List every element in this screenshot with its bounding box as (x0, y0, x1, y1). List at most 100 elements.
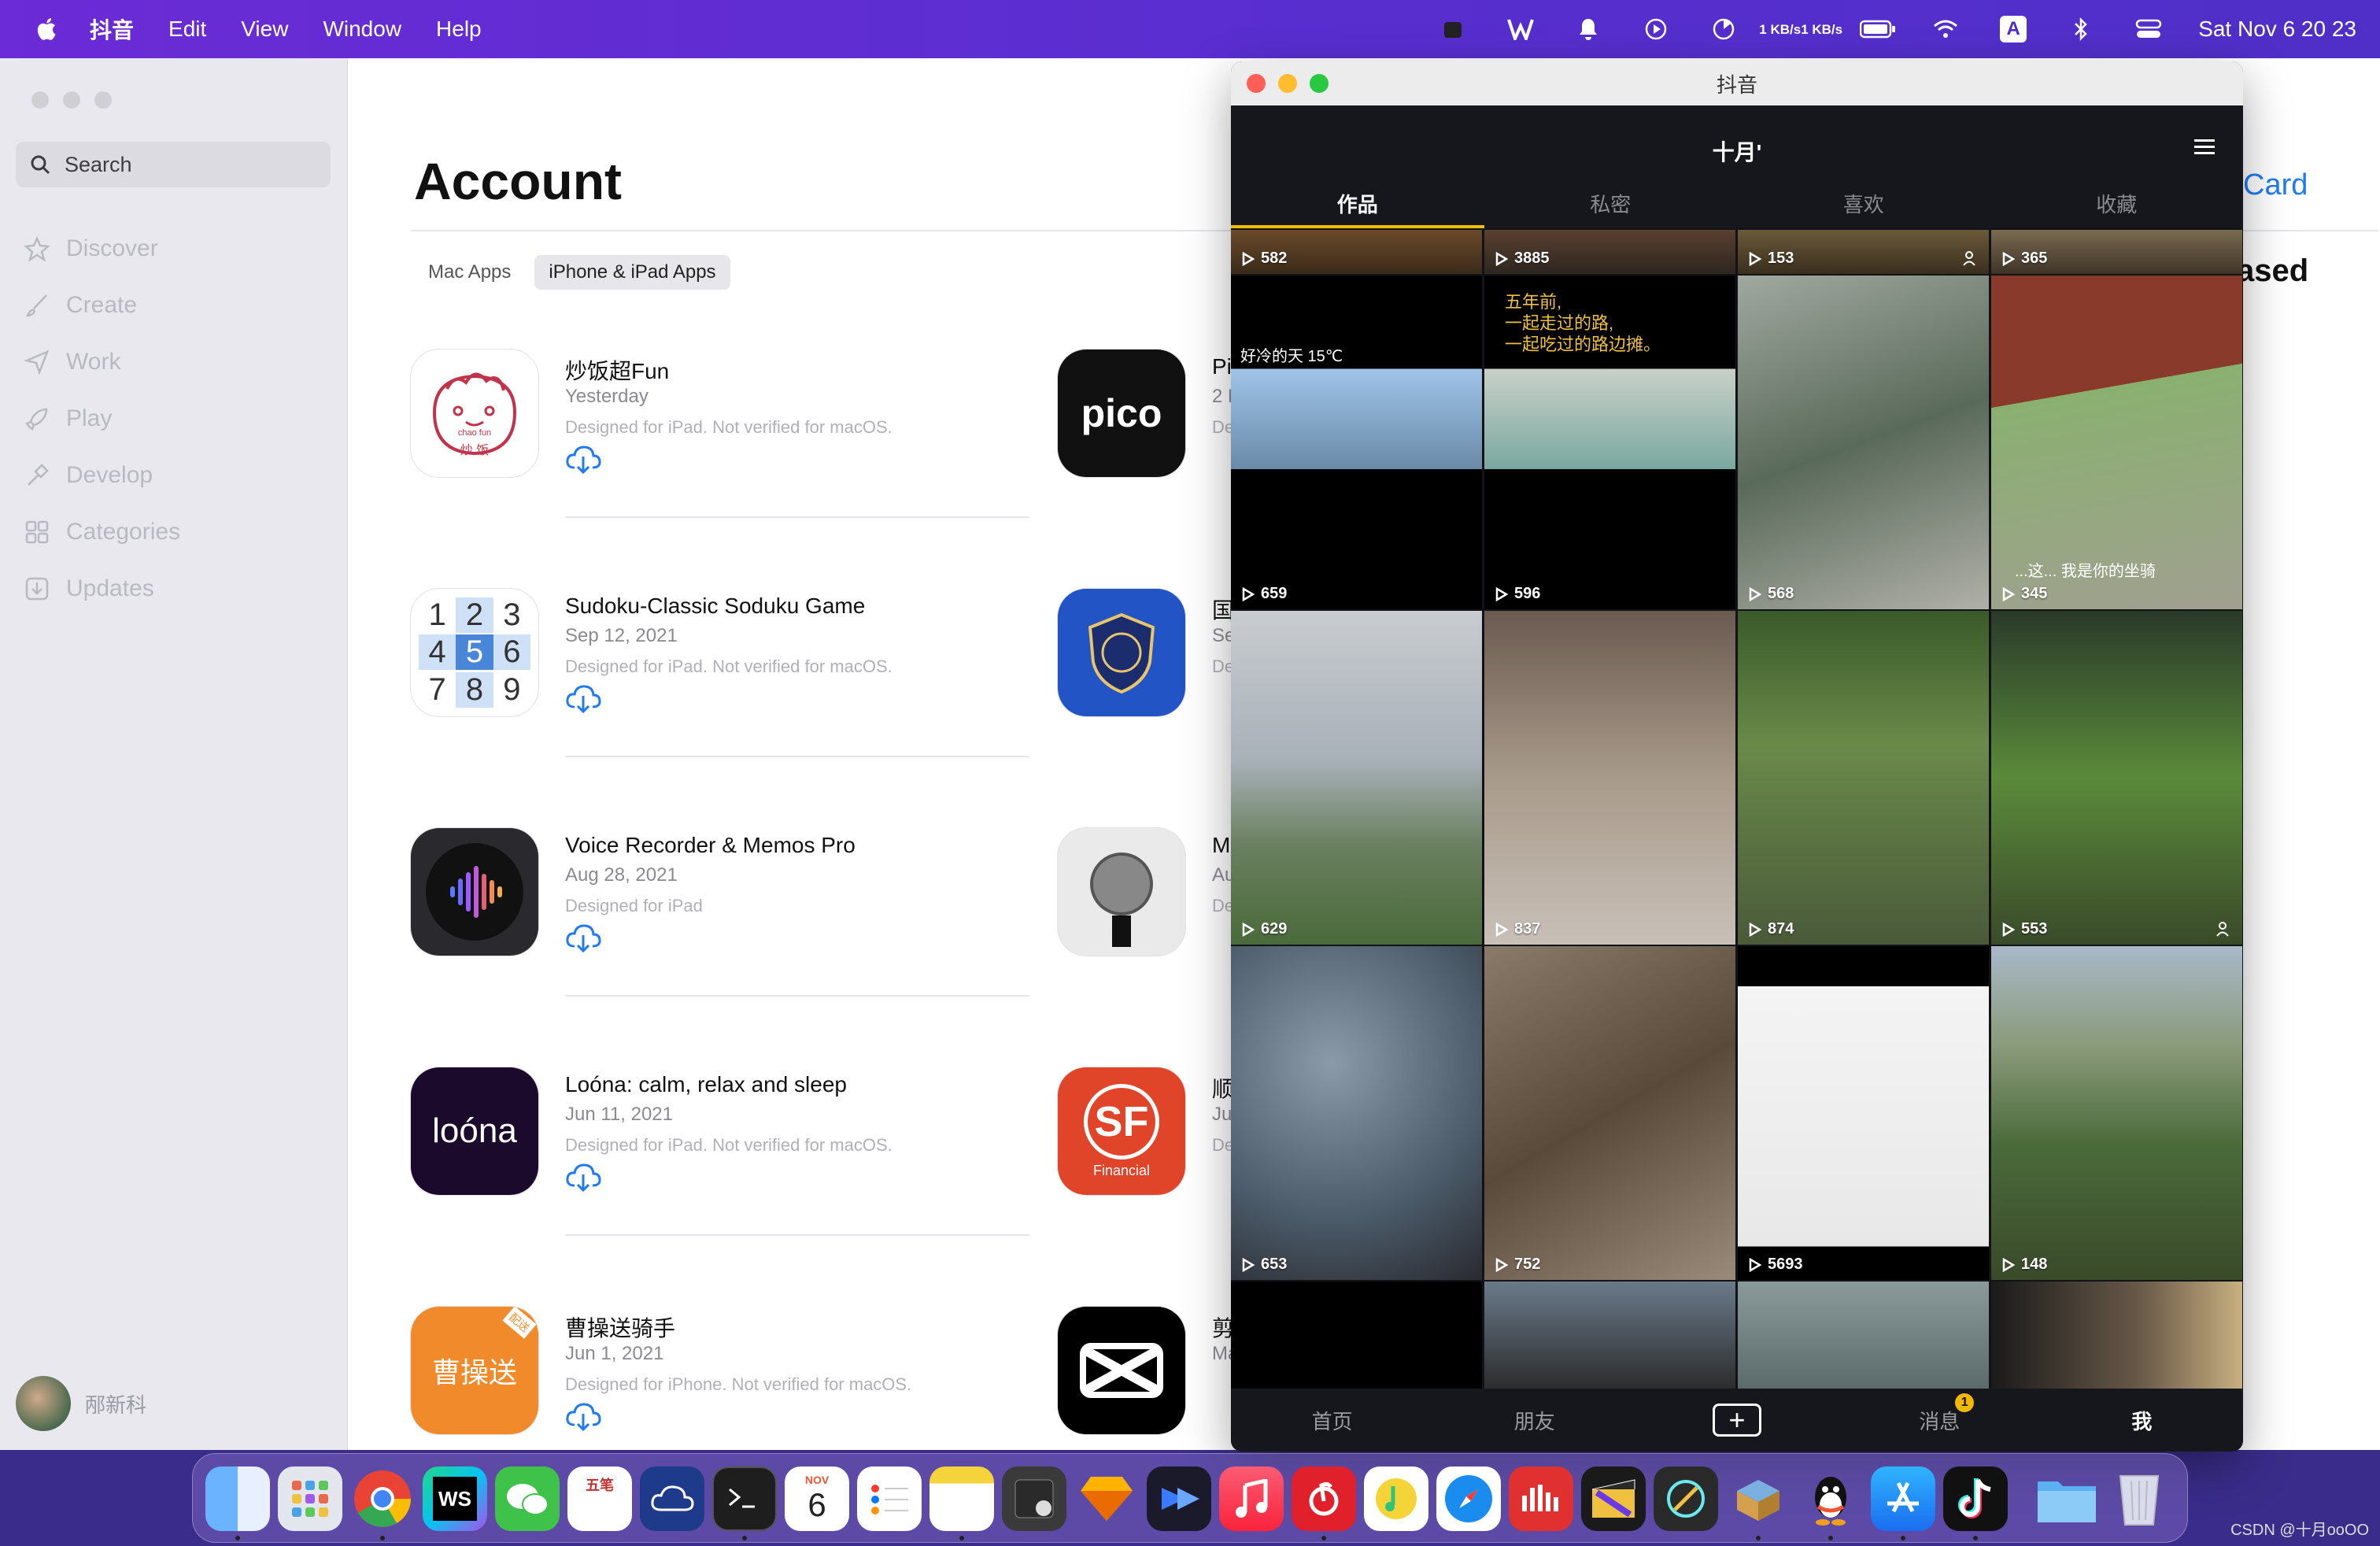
video-thumbnail[interactable]: 874 (1738, 611, 1989, 945)
hamburger-menu-icon[interactable] (2194, 139, 2215, 156)
sidebar-item-categories[interactable]: Categories (24, 504, 180, 560)
sidebar-item-create[interactable]: Create (24, 277, 180, 334)
vpn-icon[interactable] (1487, 0, 1554, 58)
list-item[interactable]: Voice Recorder & Memos Pro Aug 28, 2021 … (411, 828, 1029, 1017)
cloud-download-icon[interactable] (565, 923, 601, 954)
menu-clock[interactable]: Sat Nov 6 20 23 (2198, 17, 2356, 42)
video-thumbnail[interactable]: 653 (1231, 946, 1482, 1280)
battery-icon[interactable] (1844, 0, 1912, 58)
safari-icon[interactable] (1436, 1466, 1501, 1531)
cloud-icon[interactable] (640, 1466, 704, 1531)
list-item[interactable]: 国 Se De (1058, 589, 1247, 778)
video-thumbnail[interactable]: 153 (1738, 230, 1989, 274)
battery-app-icon[interactable] (1419, 0, 1487, 58)
video-thumbnail[interactable] (1484, 1282, 1735, 1389)
reminders-icon[interactable] (857, 1466, 922, 1531)
launchpad-icon[interactable] (278, 1466, 342, 1531)
bottom-tab-messages[interactable]: 消息 1 (1839, 1393, 2041, 1435)
zoom-button[interactable] (94, 91, 112, 109)
archive-icon[interactable] (1726, 1466, 1791, 1531)
tab-iphone-ipad-apps[interactable]: iPhone & iPad Apps (534, 255, 730, 290)
minimize-button[interactable] (63, 91, 80, 109)
qq-music-icon[interactable] (1364, 1466, 1428, 1531)
sidebar-item-updates[interactable]: Updates (24, 560, 180, 617)
bottom-tab-home[interactable]: 首页 (1231, 1406, 1433, 1435)
video-thumbnail[interactable]: 365 (1991, 230, 2242, 274)
tab-private[interactable]: 私密 (1484, 184, 1738, 228)
sidebar-item-discover[interactable]: Discover (24, 220, 180, 277)
list-item[interactable]: pico Pi 2 D De (1058, 350, 1247, 538)
list-item[interactable]: chao fun 炒 饭 炒饭超Fun Yesterday Designed f… (411, 350, 1029, 538)
timer-icon[interactable] (1690, 0, 1757, 58)
menu-view[interactable]: View (241, 17, 288, 42)
bottom-tab-me[interactable]: 我 (2041, 1406, 2243, 1435)
sketch-icon[interactable] (1074, 1466, 1139, 1531)
finder-icon[interactable] (205, 1466, 270, 1531)
bottom-tab-friends[interactable]: 朋友 (1433, 1406, 1635, 1435)
menu-edit[interactable]: Edit (168, 17, 206, 42)
apple-icon[interactable] (30, 13, 61, 45)
notification-bell-icon[interactable] (1554, 0, 1622, 58)
qq-icon[interactable] (1798, 1466, 1863, 1531)
music-icon[interactable] (1219, 1466, 1284, 1531)
cloud-download-icon[interactable] (565, 444, 601, 475)
video-thumbnail[interactable]: 5693 (1738, 946, 1989, 1280)
minimize-button[interactable] (1278, 74, 1297, 93)
list-item[interactable]: 1 2 3 4 5 6 7 8 9 Sudoku-Classic Soduku … (411, 589, 1029, 778)
card-link[interactable]: Card (2243, 168, 2308, 202)
menu-window[interactable]: Window (323, 17, 401, 42)
wechat-icon[interactable] (495, 1466, 560, 1531)
trash-icon[interactable] (2107, 1466, 2171, 1531)
webstorm-icon[interactable]: WS (423, 1466, 487, 1531)
video-thumbnail[interactable]: 568 (1738, 276, 1989, 609)
video-thumbnail[interactable]: 582 (1231, 230, 1482, 274)
video-thumbnail[interactable]: 好冷的天 15℃ 659 (1231, 276, 1482, 609)
list-item[interactable]: M Au De (1058, 828, 1247, 1017)
video-thumbnail[interactable] (1738, 1282, 1989, 1389)
video-thumbnail[interactable] (1231, 1282, 1482, 1389)
cloud-download-icon[interactable] (565, 683, 601, 715)
wifi-icon[interactable] (1912, 0, 1979, 58)
menu-help[interactable]: Help (436, 17, 482, 42)
input-source-icon[interactable]: A (1979, 0, 2047, 58)
video-thumbnail[interactable]: ...这... 我是你的坐骑 345 (1991, 276, 2242, 609)
tab-favorites[interactable]: 收藏 (1990, 184, 2244, 228)
bluetooth-icon[interactable] (2047, 0, 2115, 58)
tab-works[interactable]: 作品 (1231, 184, 1484, 228)
list-item[interactable]: loóna Loóna: calm, relax and sleep Jun 1… (411, 1067, 1029, 1256)
sidebar-item-develop[interactable]: Develop (24, 447, 180, 504)
video-thumbnail[interactable]: 148 (1991, 946, 2242, 1280)
menu-app-name[interactable]: 抖音 (90, 13, 134, 45)
chrome-icon[interactable] (350, 1466, 415, 1531)
tab-likes[interactable]: 喜欢 (1737, 184, 1990, 228)
video-thumbnail[interactable]: 752 (1484, 946, 1735, 1280)
tiktok-icon[interactable] (1943, 1466, 2008, 1531)
close-button[interactable] (31, 91, 49, 109)
tab-mac-apps[interactable]: Mac Apps (414, 255, 525, 290)
zoom-button[interactable] (1310, 74, 1329, 93)
list-item[interactable]: SF Financial 顺 Ju De (1058, 1067, 1247, 1256)
video-thumbnail[interactable]: 837 (1484, 611, 1735, 945)
calendar-notes-icon[interactable]: 五笔 (567, 1466, 632, 1531)
sidebar-item-work[interactable]: Work (24, 334, 180, 390)
search-input[interactable]: Search (16, 142, 331, 187)
video-thumbnail[interactable]: 553 (1991, 611, 2242, 945)
play-icon[interactable] (1622, 0, 1690, 58)
close-button[interactable] (1247, 74, 1266, 93)
terminal-icon[interactable] (712, 1466, 777, 1531)
notes-icon[interactable] (929, 1466, 994, 1531)
control-center-icon[interactable] (2115, 0, 2182, 58)
cloud-download-icon[interactable] (565, 1401, 601, 1433)
video-thumbnail[interactable]: 629 (1231, 611, 1482, 945)
final-cut-icon[interactable] (1581, 1466, 1646, 1531)
calendar-icon[interactable]: NOV 6 (785, 1466, 849, 1531)
script-editor-icon[interactable] (1002, 1466, 1066, 1531)
video-thumbnail[interactable]: 3885 (1484, 230, 1735, 274)
video-icon[interactable] (1147, 1466, 1211, 1531)
instruments-icon[interactable] (1654, 1466, 1718, 1531)
netease-music-icon[interactable] (1292, 1466, 1356, 1531)
network-speed[interactable]: 1 KB/s 1 KB/s (1757, 0, 1844, 58)
sidebar-item-play[interactable]: Play (24, 390, 180, 447)
cloud-download-icon[interactable] (565, 1162, 601, 1193)
appstore-icon[interactable] (1871, 1466, 1935, 1531)
